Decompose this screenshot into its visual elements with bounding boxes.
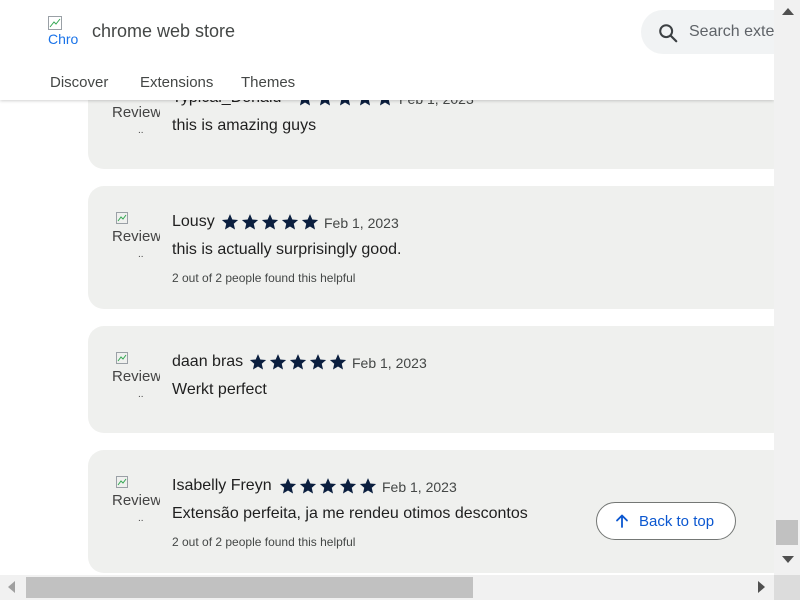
review-helpful-count: 2 out of 2 people found this helpful (172, 535, 356, 549)
review-rating (279, 477, 377, 495)
scroll-up-arrow-icon[interactable] (782, 8, 794, 15)
star-icon (279, 478, 297, 494)
page-viewport: Review .. Typical_Donald Feb 1, 2023 thi… (0, 0, 774, 575)
logo-alt-text: Chro (48, 31, 79, 47)
review-date: Feb 1, 2023 (324, 215, 399, 231)
star-icon (301, 214, 319, 230)
star-icon (319, 478, 337, 494)
broken-image-icon (116, 476, 128, 488)
star-icon (299, 478, 317, 494)
star-icon (261, 214, 279, 230)
review-avatar: Review .. (112, 212, 160, 260)
back-to-top-label: Back to top (639, 513, 715, 530)
search-input[interactable]: Search exte (641, 10, 774, 54)
review-date: Feb 1, 2023 (352, 355, 427, 371)
review-avatar-alt: Review (112, 368, 160, 385)
star-icon (309, 354, 327, 370)
review-helpful-count: 2 out of 2 people found this helpful (172, 271, 356, 285)
star-icon (241, 214, 259, 230)
review-avatar-alt-tail: .. (138, 125, 144, 136)
scroll-right-arrow-icon[interactable] (758, 581, 765, 593)
star-icon (359, 478, 377, 494)
star-icon (339, 478, 357, 494)
review-card: Review .. daan bras Feb 1, 2023 Werkt pe… (88, 326, 774, 433)
review-avatar-alt-tail: .. (138, 513, 144, 524)
review-text: this is amazing guys (172, 117, 317, 134)
store-title[interactable]: chrome web store (92, 21, 235, 42)
star-icon (249, 354, 267, 370)
star-icon (289, 354, 307, 370)
site-header: Chro chrome web store Search exte Discov… (0, 0, 774, 100)
arrow-up-icon (616, 514, 628, 528)
review-author: Lousy (172, 213, 215, 230)
broken-image-icon (116, 352, 128, 364)
broken-image-icon (116, 212, 128, 224)
review-avatar-alt-tail: .. (138, 389, 144, 400)
tab-discover[interactable]: Discover (50, 74, 108, 91)
review-text: this is actually surprisingly good. (172, 241, 402, 258)
vertical-scroll-thumb[interactable] (776, 520, 798, 545)
review-avatar: Review .. (112, 476, 160, 524)
review-text: Extensão perfeita, ja me rendeu otimos d… (172, 505, 528, 522)
review-avatar-alt-tail: .. (138, 249, 144, 260)
review-author: Isabelly Freyn (172, 477, 272, 494)
review-rating (249, 353, 347, 371)
review-card: Review .. Lousy Feb 1, 2023 this is actu… (88, 186, 774, 309)
broken-image-icon (48, 16, 62, 30)
review-avatar: Review .. (112, 352, 160, 400)
scroll-down-arrow-icon[interactable] (782, 556, 794, 563)
star-icon (269, 354, 287, 370)
star-icon (221, 214, 239, 230)
back-to-top-button[interactable]: Back to top (596, 502, 736, 540)
scrollbar-corner (774, 575, 800, 600)
review-avatar-alt: Review (112, 492, 160, 509)
star-icon (281, 214, 299, 230)
review-avatar-alt: Review (112, 104, 160, 121)
star-icon (329, 354, 347, 370)
review-author: daan bras (172, 353, 244, 370)
review-avatar-alt: Review (112, 228, 160, 245)
chrome-logo[interactable]: Chro (48, 16, 80, 50)
tab-extensions[interactable]: Extensions (140, 74, 213, 91)
horizontal-scroll-thumb[interactable] (26, 577, 473, 598)
review-date: Feb 1, 2023 (382, 479, 457, 495)
tab-themes[interactable]: Themes (241, 74, 295, 91)
review-rating (221, 213, 319, 231)
vertical-scrollbar[interactable] (774, 0, 800, 575)
horizontal-scrollbar[interactable] (0, 575, 774, 600)
search-icon (659, 24, 678, 43)
review-text: Werkt perfect (172, 381, 267, 398)
search-placeholder: Search exte (689, 23, 774, 40)
scroll-left-arrow-icon[interactable] (8, 581, 15, 593)
